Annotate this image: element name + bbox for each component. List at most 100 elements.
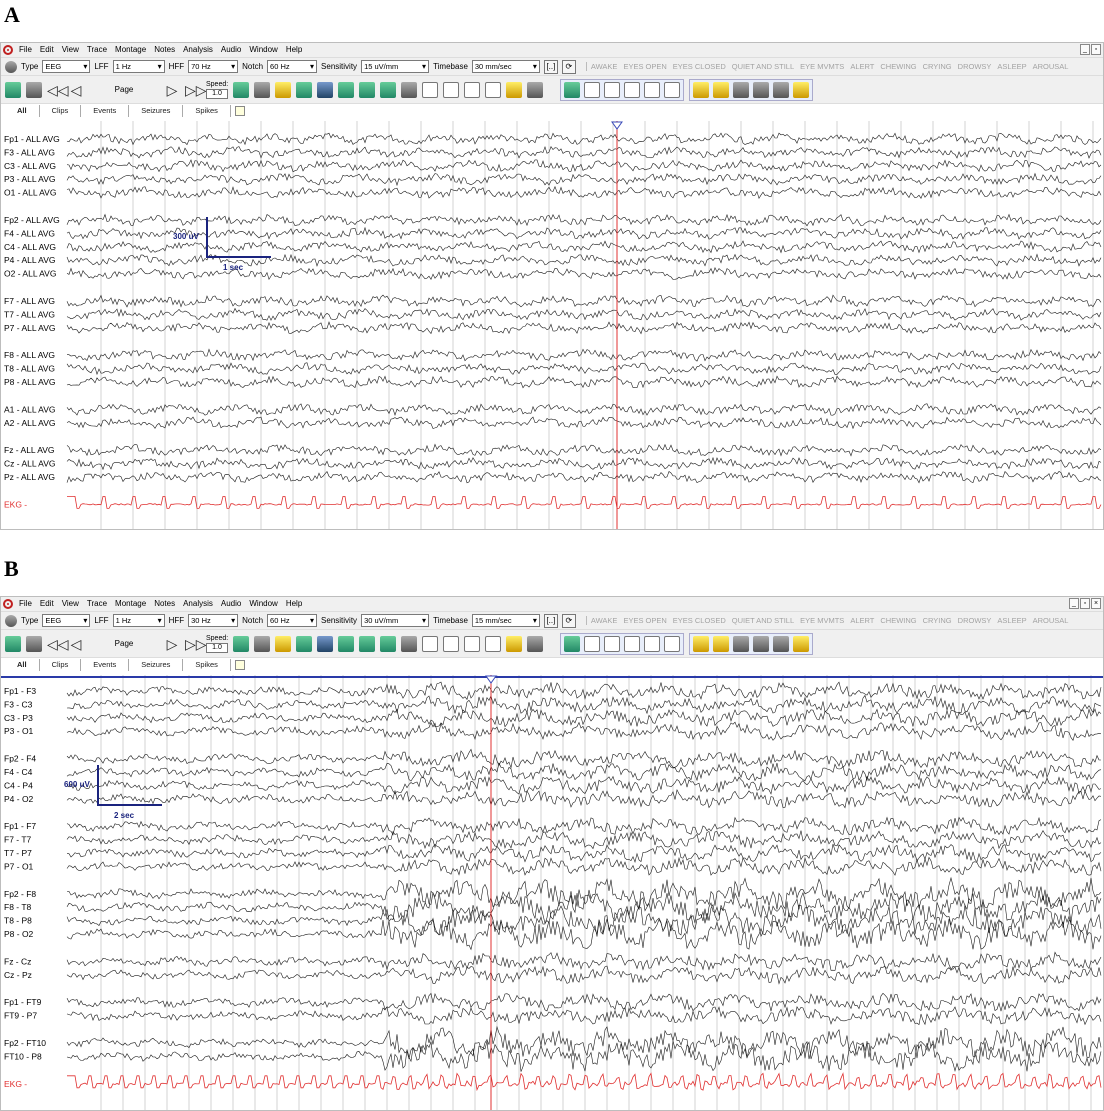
- state-eyes-closed[interactable]: EYES CLOSED: [673, 62, 726, 71]
- channel-label[interactable]: P4 - ALL AVG: [4, 255, 56, 265]
- channel-label[interactable]: Fp1 - F7: [4, 821, 36, 831]
- channel-label[interactable]: A1 - ALL AVG: [4, 404, 56, 414]
- channel-label[interactable]: P3 - O1: [4, 726, 34, 736]
- state-eyes-open[interactable]: EYES OPEN: [623, 616, 666, 625]
- minimize-icon[interactable]: _: [1069, 598, 1079, 609]
- tab-clips[interactable]: Clips: [40, 105, 82, 117]
- channel-label[interactable]: T8 - ALL AVG: [4, 364, 55, 374]
- eeg-trace-area[interactable]: Fp1 - ALL AVG F3 - ALL AVG C3 - ALL AVG P3 …: [1, 121, 1103, 529]
- book-5-icon[interactable]: [644, 81, 661, 98]
- menu-view[interactable]: View: [58, 43, 83, 57]
- state-awake[interactable]: AWAKE: [591, 616, 618, 625]
- channel-label[interactable]: F8 - ALL AVG: [4, 350, 55, 360]
- channel-label[interactable]: F3 - C3: [4, 699, 33, 709]
- channel-label[interactable]: P8 - ALL AVG: [4, 377, 56, 387]
- channel-label[interactable]: Fz - Cz: [4, 956, 31, 966]
- state-drowsy[interactable]: DROWSY: [958, 616, 992, 625]
- book-6-icon[interactable]: [664, 81, 681, 98]
- tab-seizures[interactable]: Seizures: [129, 105, 184, 117]
- flag-2-icon[interactable]: [713, 635, 730, 652]
- first-page-icon[interactable]: ◁◁: [47, 82, 69, 98]
- grid-icon[interactable]: [317, 635, 334, 652]
- detect-icon[interactable]: [485, 81, 502, 98]
- record-icon[interactable]: [5, 81, 21, 98]
- channel-label[interactable]: P3 - ALL AVG: [4, 174, 56, 184]
- channel-label[interactable]: FT10 - P8: [4, 1051, 42, 1061]
- zoom-in-icon[interactable]: [422, 81, 439, 98]
- channel-label[interactable]: O2 - ALL AVG: [4, 269, 56, 279]
- new-note-icon[interactable]: [234, 660, 245, 670]
- state-awake[interactable]: AWAKE: [591, 62, 618, 71]
- patient-icon[interactable]: [338, 81, 355, 98]
- zoom-in-icon[interactable]: [422, 635, 439, 652]
- flag-4-icon[interactable]: [753, 635, 770, 652]
- zoom-out-icon[interactable]: [443, 635, 460, 652]
- book-1-icon[interactable]: [564, 635, 581, 652]
- channel-label[interactable]: P8 - O2: [4, 929, 34, 939]
- record-icon[interactable]: [5, 635, 21, 652]
- flag-3-icon[interactable]: [733, 635, 750, 652]
- note-icon[interactable]: [506, 81, 523, 98]
- menu-edit[interactable]: Edit: [36, 43, 58, 57]
- spike-icon[interactable]: [464, 81, 481, 98]
- montage-wheel-icon[interactable]: [5, 614, 17, 627]
- flag-3-icon[interactable]: [733, 81, 750, 98]
- channel-label[interactable]: P7 - O1: [4, 861, 34, 871]
- book-3-icon[interactable]: [604, 81, 621, 98]
- channel-label[interactable]: Cz - Pz: [4, 970, 32, 980]
- type-select[interactable]: EEG: [42, 614, 91, 627]
- menu-help[interactable]: Help: [282, 597, 306, 611]
- new-note-icon[interactable]: [234, 106, 245, 116]
- montage-editor-icon[interactable]: [275, 81, 292, 98]
- montage-wheel-icon[interactable]: [5, 60, 17, 73]
- channel-label[interactable]: F8 - T8: [4, 902, 32, 912]
- tab-clips[interactable]: Clips: [40, 659, 82, 671]
- restore-icon[interactable]: ▫: [1091, 44, 1101, 55]
- menu-trace[interactable]: Trace: [83, 43, 111, 57]
- type-select[interactable]: EEG: [42, 60, 91, 73]
- flag-6-icon[interactable]: [793, 635, 810, 652]
- minimize-icon[interactable]: _: [1080, 44, 1090, 55]
- book-4-icon[interactable]: [624, 81, 641, 98]
- menu-analysis[interactable]: Analysis: [179, 597, 217, 611]
- channel-label[interactable]: O1 - ALL AVG: [4, 188, 56, 198]
- flag-5-icon[interactable]: [773, 81, 790, 98]
- sensitivity-select[interactable]: 30 uV/mm: [361, 614, 430, 627]
- channel-label[interactable]: Cz - ALL AVG: [4, 459, 56, 469]
- refresh-icon[interactable]: ⟳: [561, 613, 576, 628]
- camera-icon[interactable]: [26, 635, 42, 652]
- state-quiet-and-still[interactable]: QUIET AND STILL: [732, 62, 794, 71]
- refresh-icon[interactable]: ⟳: [561, 59, 576, 74]
- close-icon[interactable]: ×: [1091, 598, 1101, 609]
- tab-events[interactable]: Events: [81, 659, 130, 671]
- hff-select[interactable]: 70 Hz: [188, 60, 239, 73]
- menu-window[interactable]: Window: [245, 43, 281, 57]
- state-eyes-closed[interactable]: EYES CLOSED: [673, 616, 726, 625]
- last-page-icon[interactable]: ▷▷: [185, 636, 207, 652]
- hff-select[interactable]: 30 Hz: [188, 614, 239, 627]
- channel-label[interactable]: C4 - ALL AVG: [4, 242, 56, 252]
- event-marker-icon[interactable]: [233, 81, 250, 98]
- event-clear-icon[interactable]: [254, 635, 271, 652]
- notch-select[interactable]: 60 Hz: [267, 60, 318, 73]
- flag-4-icon[interactable]: [753, 81, 770, 98]
- montage-editor-icon[interactable]: [275, 635, 292, 652]
- menu-help[interactable]: Help: [282, 43, 306, 57]
- channel-label[interactable]: Fp2 - ALL AVG: [4, 215, 60, 225]
- event-marker-icon[interactable]: [233, 635, 250, 652]
- book-1-icon[interactable]: [564, 81, 581, 98]
- state-crying[interactable]: CRYING: [923, 62, 952, 71]
- flag-1-icon[interactable]: [693, 81, 710, 98]
- zoom-out-icon[interactable]: [443, 81, 460, 98]
- next-page-icon[interactable]: ▷: [164, 636, 180, 652]
- eeg-trace-canvas[interactable]: Fp1 - F3 F3 - C3 C3 - P3 P3 - O1 Fp2 - F4 F4 …: [1, 675, 1103, 1110]
- channel-label[interactable]: C4 - P4: [4, 780, 33, 790]
- prev-page-icon[interactable]: ◁: [68, 636, 84, 652]
- channel-label[interactable]: Pz - ALL AVG: [4, 472, 55, 482]
- book-2-icon[interactable]: [584, 635, 601, 652]
- tab-seizures[interactable]: Seizures: [129, 659, 184, 671]
- state-alert[interactable]: ALERT: [850, 62, 874, 71]
- channel-label[interactable]: P4 - O2: [4, 794, 34, 804]
- export-icon[interactable]: [401, 635, 418, 652]
- book-6-icon[interactable]: [664, 635, 681, 652]
